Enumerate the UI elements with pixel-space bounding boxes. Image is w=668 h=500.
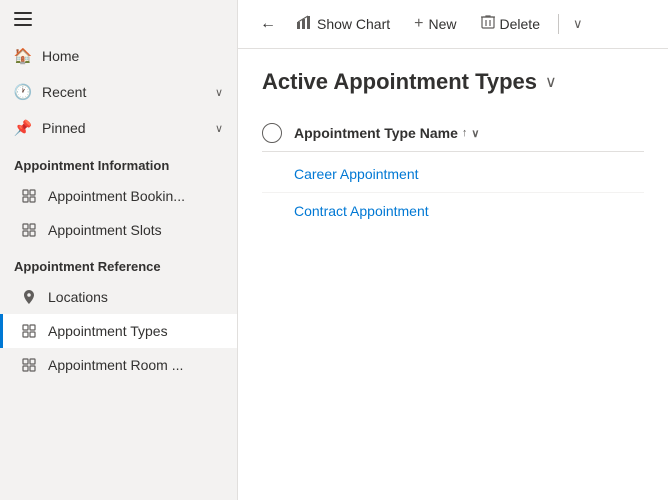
chevron-down-icon: ∨ (215, 86, 223, 99)
sidebar-item-pinned[interactable]: 📌 Pinned ∨ (0, 110, 237, 146)
delete-button[interactable]: Delete (471, 8, 550, 40)
grid-small-icon (20, 187, 38, 205)
grid-small-icon (20, 356, 38, 374)
home-icon: 🏠 (14, 47, 32, 65)
section-header-appointment-reference: Appointment Reference (0, 247, 237, 280)
table-row: Career Appointment (262, 156, 644, 193)
delete-label: Delete (500, 16, 540, 32)
sidebar-item-home[interactable]: 🏠 Home (0, 38, 237, 74)
sidebar-item-locations[interactable]: Locations (0, 280, 237, 314)
back-button[interactable]: ← (254, 9, 282, 39)
grid-small-icon (20, 221, 38, 239)
toolbar: ← Show Chart + New (238, 0, 668, 49)
chart-icon (296, 14, 312, 34)
toolbar-divider (558, 14, 559, 34)
content-area: Active Appointment Types ∨ Appointment T… (238, 49, 668, 500)
sidebar-item-label: Pinned (42, 120, 205, 136)
show-chart-label: Show Chart (317, 16, 390, 32)
table-header: Appointment Type Name ↑ ∨ (262, 115, 644, 152)
chevron-down-icon: ∨ (573, 16, 583, 31)
sidebar-item-label: Appointment Types (48, 323, 168, 339)
sidebar-item-appointment-room[interactable]: Appointment Room ... (0, 348, 237, 382)
back-arrow-icon: ← (260, 15, 276, 33)
table-row: Contract Appointment (262, 193, 644, 229)
sidebar-header (0, 0, 237, 38)
recent-icon: 🕐 (14, 83, 32, 101)
hamburger-menu-icon[interactable] (14, 12, 32, 26)
location-pin-icon (20, 288, 38, 306)
plus-icon: + (414, 15, 423, 33)
chevron-down-icon: ∨ (215, 122, 223, 135)
column-header-name[interactable]: Appointment Type Name ↑ ∨ (294, 125, 479, 141)
new-label: New (429, 16, 457, 32)
section-header-appointment-information: Appointment Information (0, 146, 237, 179)
sidebar-item-appointment-types[interactable]: Appointment Types (0, 314, 237, 348)
appointment-type-link[interactable]: Contract Appointment (294, 203, 429, 219)
new-button[interactable]: + New (404, 9, 466, 39)
trash-icon (481, 14, 495, 34)
sidebar-item-appointment-slots[interactable]: Appointment Slots (0, 213, 237, 247)
sidebar-item-label: Home (42, 48, 223, 64)
main-content: ← Show Chart + New (238, 0, 668, 500)
select-all-checkbox[interactable] (262, 123, 282, 143)
show-chart-button[interactable]: Show Chart (286, 8, 400, 40)
sidebar-item-label: Locations (48, 289, 108, 305)
sort-icon: ↑ (462, 127, 468, 139)
sort-chevron-icon: ∨ (471, 127, 479, 140)
sidebar: 🏠 Home 🕐 Recent ∨ 📌 Pinned ∨ Appointment… (0, 0, 238, 500)
page-title-row: Active Appointment Types ∨ (262, 69, 644, 95)
column-header-label: Appointment Type Name (294, 125, 458, 141)
toolbar-more-button[interactable]: ∨ (567, 10, 589, 38)
sidebar-item-label: Appointment Slots (48, 222, 162, 238)
sidebar-item-label: Recent (42, 84, 205, 100)
page-title: Active Appointment Types (262, 69, 537, 95)
appointment-type-link[interactable]: Career Appointment (294, 166, 419, 182)
sidebar-item-recent[interactable]: 🕐 Recent ∨ (0, 74, 237, 110)
pin-icon: 📌 (14, 119, 32, 137)
sidebar-item-label: Appointment Room ... (48, 357, 183, 373)
grid-small-icon (20, 322, 38, 340)
sidebar-item-label: Appointment Bookin... (48, 188, 185, 204)
sidebar-item-appointment-booking[interactable]: Appointment Bookin... (0, 179, 237, 213)
page-title-chevron-icon[interactable]: ∨ (545, 72, 557, 92)
